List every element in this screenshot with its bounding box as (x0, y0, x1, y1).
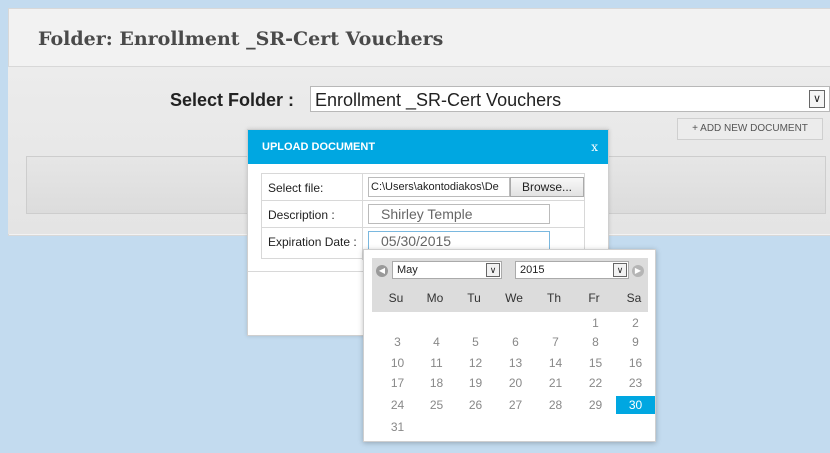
prev-month-icon[interactable]: ◀ (376, 265, 388, 277)
weekday-label: We (505, 291, 523, 305)
calendar-day[interactable]: 20 (496, 374, 535, 392)
close-button[interactable]: x (591, 140, 598, 154)
month-select[interactable]: May ∨ (392, 261, 502, 279)
year-select-value: 2015 (520, 264, 545, 276)
calendar-day[interactable]: 23 (616, 374, 655, 392)
page-title: Folder: Enrollment _SR-Cert Vouchers (38, 28, 444, 50)
weekday-label: Su (388, 291, 404, 305)
calendar-day[interactable]: 29 (576, 396, 615, 414)
calendar-day[interactable]: 24 (378, 396, 417, 414)
next-month-icon[interactable]: ▶ (632, 265, 644, 277)
expiration-date-label: Expiration Date : (268, 235, 357, 249)
calendar-day[interactable]: 13 (496, 354, 535, 372)
select-file-label: Select file: (268, 181, 324, 195)
folder-select-value: Enrollment _SR-Cert Vouchers (315, 90, 562, 110)
datepicker: ◀ May ∨ 2015 ∨ ▶ Su Mo Tu We Th Fr Sa 12345678… (363, 249, 656, 442)
weekday-label: Fr (588, 291, 600, 305)
calendar-day-selected[interactable]: 30 (616, 396, 655, 414)
month-select-value: May (397, 264, 418, 276)
calendar-day[interactable]: 22 (576, 374, 615, 392)
datepicker-header: ◀ May ∨ 2015 ∨ ▶ (372, 258, 648, 284)
year-select[interactable]: 2015 ∨ (515, 261, 629, 279)
calendar-day[interactable]: 3 (378, 333, 417, 351)
calendar-day[interactable]: 16 (616, 354, 655, 372)
dialog-title: UPLOAD DOCUMENT (262, 141, 376, 153)
calendar-day[interactable]: 4 (417, 333, 456, 351)
calendar-day[interactable]: 17 (378, 374, 417, 392)
weekday-label: Sa (626, 291, 642, 305)
weekday-label: Th (546, 291, 561, 305)
folder-select[interactable]: Enrollment _SR-Cert Vouchers ∨ (310, 86, 830, 112)
calendar-day[interactable]: 27 (496, 396, 535, 414)
form-row-description: Description : Shirley Temple (262, 201, 584, 228)
calendar-day[interactable]: 2 (616, 314, 655, 332)
expiration-date-input[interactable]: 05/30/2015 (368, 231, 550, 251)
weekday-label: Mo (426, 291, 444, 305)
form-row-file: Select file: C:\Users\akontodiakos\De Br… (262, 174, 584, 201)
calendar-day[interactable]: 10 (378, 354, 417, 372)
calendar-day[interactable]: 31 (378, 418, 417, 436)
weekday-label: Tu (467, 291, 481, 305)
calendar-day[interactable]: 19 (456, 374, 495, 392)
select-folder-label: Select Folder : (170, 90, 295, 110)
calendar-day[interactable]: 8 (576, 333, 615, 351)
browse-button[interactable]: Browse... (510, 177, 584, 197)
description-label: Description : (268, 208, 335, 222)
file-path-input[interactable]: C:\Users\akontodiakos\De (368, 177, 510, 197)
calendar-day[interactable]: 9 (616, 333, 655, 351)
calendar-day[interactable]: 26 (456, 396, 495, 414)
dialog-header: UPLOAD DOCUMENT x (248, 130, 608, 164)
chevron-down-icon[interactable]: ∨ (809, 90, 825, 108)
calendar-day[interactable]: 28 (536, 396, 575, 414)
calendar-day[interactable]: 5 (456, 333, 495, 351)
calendar-day[interactable]: 21 (536, 374, 575, 392)
chevron-down-icon[interactable]: ∨ (486, 263, 500, 277)
calendar-day[interactable]: 11 (417, 354, 456, 372)
chevron-down-icon[interactable]: ∨ (613, 263, 627, 277)
upload-form: Select file: C:\Users\akontodiakos\De Br… (261, 173, 585, 260)
calendar-day[interactable]: 6 (496, 333, 535, 351)
calendar-day[interactable]: 14 (536, 354, 575, 372)
calendar-day[interactable]: 7 (536, 333, 575, 351)
weekday-header-row: Su Mo Tu We Th Fr Sa (372, 284, 648, 312)
description-input[interactable]: Shirley Temple (368, 204, 550, 224)
calendar-day[interactable]: 25 (417, 396, 456, 414)
add-new-document-button[interactable]: + ADD NEW DOCUMENT (677, 118, 823, 140)
calendar-day[interactable]: 15 (576, 354, 615, 372)
calendar-day[interactable]: 12 (456, 354, 495, 372)
calendar-day[interactable]: 18 (417, 374, 456, 392)
header-divider (8, 66, 830, 67)
calendar-day[interactable]: 1 (576, 314, 615, 332)
